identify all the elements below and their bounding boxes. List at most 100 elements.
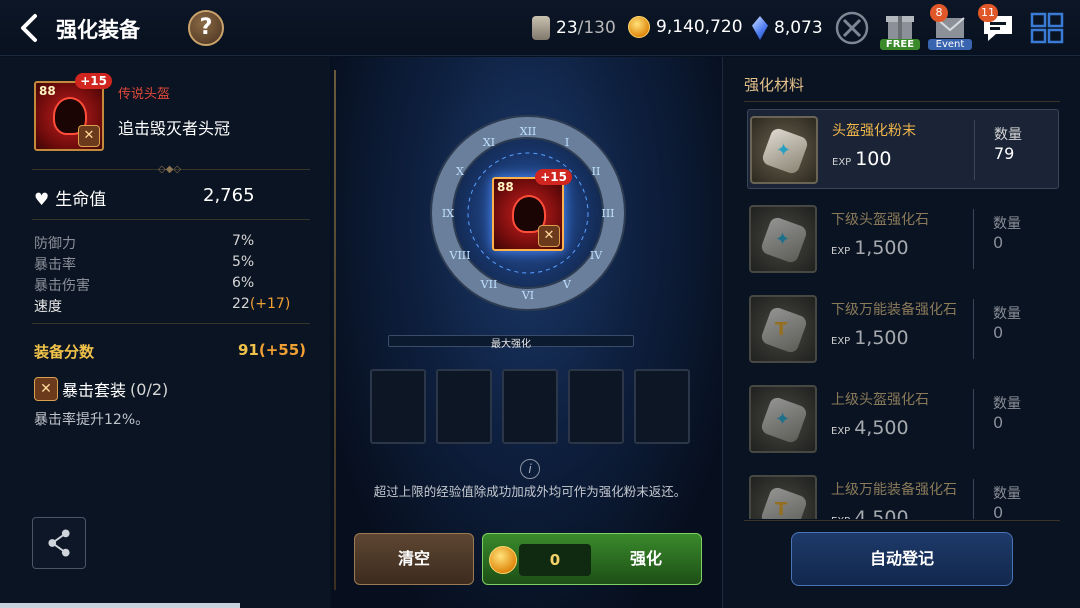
- material-slot[interactable]: [568, 369, 624, 444]
- clear-button[interactable]: 清空: [354, 533, 474, 585]
- gear-score-row: 装备分数 91(+55): [34, 341, 306, 362]
- material-item[interactable]: T 上级万能装备强化石 EXP4,500 数量 0: [747, 469, 1059, 519]
- material-quantity: 0: [993, 503, 1004, 519]
- stat-value: 22: [232, 296, 250, 312]
- gear-score-label: 装备分数: [34, 343, 95, 361]
- overflow-notice: 超过上限的经验值除成功加成外均可作为强化粉末返还。: [373, 484, 687, 499]
- gold-coin-icon: [628, 16, 650, 38]
- material-exp: EXP4,500: [831, 507, 909, 519]
- crit-set-icon: ✕: [34, 377, 58, 401]
- item-plus-badge: +15: [75, 73, 112, 89]
- materials-list[interactable]: ✦ 头盔强化粉末 EXP 100 数量 79 ✦ 下级头盔强化石 EXP 1,500…: [723, 105, 1080, 519]
- stat-label: 暴击伤害: [34, 278, 90, 294]
- material-quantity: 79: [994, 144, 1015, 163]
- page-title: 强化装备: [56, 18, 140, 42]
- crit-set-icon: ✕: [538, 225, 560, 247]
- hp-label: 生命值: [55, 190, 107, 210]
- material-exp: EXP 100: [832, 148, 892, 170]
- svg-text:VII: VII: [480, 278, 498, 291]
- material-item[interactable]: ✦ 下级头盔强化石 EXP 1,500 数量 0: [747, 199, 1059, 279]
- auto-register-button[interactable]: 自动登记: [791, 532, 1013, 586]
- item-grade: 传说头盔: [118, 87, 171, 102]
- material-slot[interactable]: [370, 369, 426, 444]
- share-button[interactable]: [32, 517, 86, 569]
- material-item[interactable]: ✦ 上级头盔强化石 EXP 4,500 数量 0: [747, 379, 1059, 459]
- chat-icon[interactable]: 11: [978, 4, 1018, 48]
- set-description: 暴击率提升12%。: [34, 412, 150, 428]
- set-name: 暴击套装: [62, 381, 127, 400]
- stamina-max: /130: [577, 18, 616, 38]
- helmet-powder-icon: ✦: [750, 116, 818, 184]
- event-tag: Event: [928, 39, 972, 50]
- material-slot[interactable]: [634, 369, 690, 444]
- hp-value: 2,765: [203, 185, 255, 206]
- material-slot[interactable]: [436, 369, 492, 444]
- stat-label: 暴击率: [34, 257, 76, 273]
- gold-amount: 9,140,720: [656, 17, 743, 37]
- stamina-counter: 23/130: [532, 16, 616, 40]
- divider: [32, 323, 310, 324]
- set-bonus-row: ✕ 暴击套装 (0/2): [34, 377, 168, 401]
- free-gift-icon[interactable]: FREE: [880, 8, 920, 50]
- stat-label: 防御力: [34, 236, 76, 252]
- material-name: 上级头盔强化石: [831, 392, 929, 408]
- material-exp: EXP 1,500: [831, 327, 909, 349]
- crystal-counter: 8,073: [752, 16, 823, 40]
- stat-row-crit-damage: 暴击伤害 6%: [34, 275, 296, 295]
- item-detail-panel: 88 +15 ✕ 传说头盔 追击毁灭者头冠 ◇◆◇ ♥ 生命值 2,765 防御力…: [0, 57, 330, 608]
- scroll-indicator: [0, 603, 240, 608]
- material-name: 头盔强化粉末: [832, 123, 916, 139]
- target-item-slot[interactable]: 88 +15 ✕: [492, 169, 572, 251]
- back-arrow-icon[interactable]: [14, 12, 46, 44]
- material-quantity: 0: [993, 323, 1004, 342]
- hp-row: ♥ 生命值 2,765: [34, 185, 264, 210]
- materials-title: 强化材料: [744, 76, 805, 94]
- crit-set-icon: ✕: [78, 125, 100, 147]
- item-thumbnail[interactable]: 88 +15 ✕: [34, 73, 112, 151]
- menu-grid-icon[interactable]: [1028, 8, 1068, 48]
- material-slot[interactable]: [502, 369, 558, 444]
- gear-score-bonus: (+55): [258, 341, 307, 359]
- gold-coin-icon: [489, 546, 517, 574]
- material-quantity: 0: [993, 233, 1004, 252]
- info-icon[interactable]: i: [520, 459, 540, 479]
- stat-value: 5%: [232, 254, 255, 270]
- quantity-label: 数量: [994, 127, 1022, 143]
- stat-row-speed: 速度 22(+17): [34, 296, 296, 316]
- panel-border: [334, 70, 336, 590]
- help-button[interactable]: ?: [188, 10, 224, 46]
- heart-icon: ♥: [34, 190, 50, 210]
- stamina-current: 23: [556, 18, 578, 38]
- stat-value: 6%: [232, 275, 255, 291]
- item-level: 88: [497, 180, 514, 194]
- material-item[interactable]: T 下级万能装备强化石 EXP 1,500 数量 0: [747, 289, 1059, 369]
- svg-text:IX: IX: [442, 207, 454, 220]
- gear-score-value: 91: [238, 341, 259, 359]
- svg-text:XII: XII: [520, 125, 537, 138]
- enhance-cost: 0: [519, 544, 591, 576]
- share-icon: [48, 529, 70, 557]
- svg-text:VIII: VIII: [449, 249, 471, 262]
- material-quantity: 0: [993, 413, 1004, 432]
- quantity-label: 数量: [993, 396, 1021, 412]
- crystal-icon: [752, 16, 768, 40]
- crystal-amount: 8,073: [774, 18, 823, 38]
- enhance-label: 强化: [629, 549, 662, 568]
- stat-label: 速度: [34, 299, 62, 315]
- quantity-label: 数量: [993, 216, 1021, 232]
- stamina-icon: [532, 16, 550, 40]
- svg-text:II: II: [592, 165, 601, 178]
- battle-icon[interactable]: [832, 8, 872, 48]
- svg-text:X: X: [456, 165, 464, 178]
- divider: [744, 101, 1060, 102]
- stat-row-crit-rate: 暴击率 5%: [34, 254, 296, 274]
- mail-icon[interactable]: 8 Event: [928, 4, 972, 50]
- enhance-button[interactable]: 0 强化: [482, 533, 702, 585]
- svg-text:V: V: [562, 278, 572, 291]
- material-item[interactable]: ✦ 头盔强化粉末 EXP 100 数量 79: [747, 109, 1059, 189]
- material-exp: EXP4,500: [831, 417, 909, 439]
- enhance-progress-bar: 最大强化: [388, 335, 634, 350]
- enhance-panel: XII I II III IV V VI VII VIII IX X XI 88…: [332, 57, 724, 608]
- top-bar: 强化装备 ? 23/130 9,140,720 8,073 FREE 8 Eve…: [0, 0, 1080, 56]
- divider: [32, 219, 310, 220]
